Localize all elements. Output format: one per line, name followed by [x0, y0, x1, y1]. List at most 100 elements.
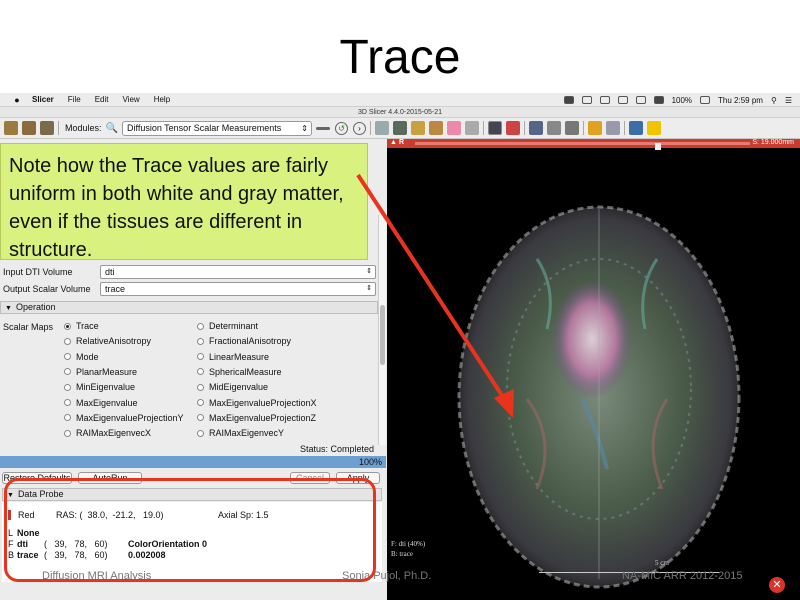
sync-icon[interactable]	[581, 96, 592, 104]
module-forward-icon[interactable]: ›	[352, 121, 366, 135]
radio-label: MidEigenvalue	[209, 382, 269, 393]
models-module-icon[interactable]	[410, 121, 425, 135]
menu-view[interactable]: View	[122, 95, 139, 104]
radio-relativeanisotropy[interactable]: RelativeAnisotropy	[64, 336, 151, 346]
module-back-icon[interactable]: ↺	[334, 121, 348, 135]
app-s-icon[interactable]	[653, 96, 664, 104]
red-slice-view[interactable]: ▲ R S: 19.000mm F: dti (40%) B: trace 5 …	[387, 139, 800, 600]
radio-button[interactable]	[64, 337, 71, 345]
probe-ras: RAS: ( 38.0, -21.2, 19.0)	[56, 510, 164, 520]
radio-fractionalanisotropy[interactable]: FractionalAnisotropy	[197, 336, 291, 346]
save-icon[interactable]	[40, 121, 54, 135]
screenshot-icon[interactable]	[528, 121, 543, 135]
transforms-module-icon[interactable]	[428, 121, 443, 135]
cancel-button[interactable]: Cancel	[290, 472, 330, 484]
input-dti-select[interactable]: dti ⇕	[100, 265, 376, 279]
load-dicom-icon[interactable]	[22, 121, 36, 135]
footer-right: NA-MIC ARR 2012-2015	[622, 570, 743, 582]
collapse-triangle-icon: ▼	[5, 305, 12, 312]
radio-button[interactable]	[197, 368, 204, 376]
radio-label: PlanarMeasure	[76, 366, 138, 377]
close-icon[interactable]: ✕	[769, 577, 785, 593]
radio-button[interactable]	[197, 322, 204, 330]
mouse-mode-icon[interactable]	[605, 121, 620, 135]
radio-button[interactable]	[64, 353, 71, 361]
radio-button[interactable]	[197, 429, 204, 437]
collapse-triangle-icon: ▼	[7, 492, 14, 499]
radio-label: MinEigenvalue	[76, 382, 136, 393]
data-module-icon[interactable]	[374, 121, 389, 135]
timemachine-icon[interactable]	[617, 96, 628, 104]
apple-icon[interactable]: ●	[12, 95, 22, 105]
volumes-module-icon[interactable]	[392, 121, 407, 135]
crosshair-icon[interactable]	[505, 121, 520, 135]
radio-mideigenvalue[interactable]: MidEigenvalue	[197, 382, 268, 392]
menu-tray: 100% Thu 2:59 pm ⚲ ☰	[563, 93, 792, 107]
extension-icon[interactable]	[564, 121, 579, 135]
radio-button[interactable]	[197, 414, 204, 422]
input-dti-row: Input DTI Volume dti ⇕	[0, 265, 380, 280]
data-probe-header[interactable]: ▼ Data Probe	[2, 488, 382, 501]
output-scalar-select[interactable]: trace ⇕	[100, 282, 376, 296]
restore-defaults-button[interactable]: Restore Defaults	[2, 472, 72, 484]
load-data-icon[interactable]	[4, 121, 18, 135]
radio-raimaxeigenvecx[interactable]: RAIMaxEigenvecX	[64, 428, 151, 438]
radio-mineigenvalue[interactable]: MinEigenvalue	[64, 382, 135, 392]
menu-app-name[interactable]: Slicer	[32, 95, 54, 104]
module-selector[interactable]: Diffusion Tensor Scalar Measurements ⇕	[121, 120, 312, 136]
layout-icon[interactable]	[487, 121, 502, 135]
radio-maxeigenvalueprojectionx[interactable]: MaxEigenvalueProjectionX	[197, 398, 317, 408]
probe-f-value: ColorOrientation 0	[128, 539, 208, 549]
radio-maxeigenvalueprojectionz[interactable]: MaxEigenvalueProjectionZ	[197, 413, 316, 423]
window-title: 3D Slicer 4.4.0-2015-05-21	[0, 107, 800, 118]
dropbox-icon[interactable]	[563, 96, 574, 104]
radio-sphericalmeasure[interactable]: SphericalMeasure	[197, 367, 282, 377]
pen-module-icon[interactable]	[464, 121, 479, 135]
radio-mode[interactable]: Mode	[64, 352, 99, 362]
wifi-icon[interactable]	[635, 96, 646, 104]
autorun-button[interactable]: AutoRun	[78, 472, 142, 484]
battery-percent: 100%	[671, 95, 693, 105]
notification-list-icon[interactable]: ☰	[785, 96, 792, 105]
radio-maxeigenvalue[interactable]: MaxEigenvalue	[64, 398, 138, 408]
radio-button[interactable]	[64, 322, 71, 330]
fiducial-icon[interactable]	[587, 121, 602, 135]
editor-module-icon[interactable]	[446, 121, 461, 135]
main-toolbar: Modules: 🔍 Diffusion Tensor Scalar Measu…	[0, 118, 800, 139]
apply-button[interactable]: Apply	[336, 472, 380, 484]
menu-file[interactable]: File	[68, 95, 81, 104]
probe-l-prefix: L	[8, 528, 14, 538]
scrollbar-thumb[interactable]	[380, 305, 385, 365]
menu-help[interactable]: Help	[154, 95, 170, 104]
menu-clock[interactable]: Thu 2:59 pm	[718, 96, 763, 105]
display-icon[interactable]	[599, 96, 610, 104]
scene-view-icon[interactable]	[546, 121, 561, 135]
radio-button[interactable]	[197, 383, 204, 391]
radio-button[interactable]	[64, 383, 71, 391]
operation-section-header[interactable]: ▼ Operation	[0, 301, 378, 314]
radio-button[interactable]	[197, 337, 204, 345]
spotlight-icon[interactable]: ⚲	[771, 96, 777, 105]
radio-button[interactable]	[64, 368, 71, 376]
module-search-icon[interactable]: 🔍	[106, 123, 118, 134]
battery-icon[interactable]	[700, 96, 711, 104]
python-icon[interactable]	[646, 121, 661, 135]
radio-button[interactable]	[64, 429, 71, 437]
radio-button[interactable]	[64, 414, 71, 422]
radio-maxeigenvalueprojectiony[interactable]: MaxEigenvalueProjectionY	[64, 413, 184, 423]
radio-linearmeasure[interactable]: LinearMeasure	[197, 352, 269, 362]
input-dti-value: dti	[105, 267, 115, 277]
radio-button[interactable]	[64, 399, 71, 406]
radio-button[interactable]	[197, 353, 204, 361]
panel-scrollbar[interactable]	[378, 215, 386, 445]
radio-planarmeasure[interactable]: PlanarMeasure	[64, 367, 137, 377]
output-scalar-row: Output Scalar Volume trace ⇕	[0, 282, 380, 297]
radio-raimaxeigenvecy[interactable]: RAIMaxEigenvecY	[197, 428, 284, 438]
menu-edit[interactable]: Edit	[95, 95, 109, 104]
radio-trace[interactable]: Trace	[64, 321, 99, 331]
radio-label: MaxEigenvalueProjectionZ	[209, 412, 317, 423]
module-history-icon[interactable]	[315, 126, 330, 130]
extension-manager-icon[interactable]	[628, 121, 643, 135]
radio-determinant[interactable]: Determinant	[197, 321, 258, 331]
radio-button[interactable]	[197, 399, 204, 406]
